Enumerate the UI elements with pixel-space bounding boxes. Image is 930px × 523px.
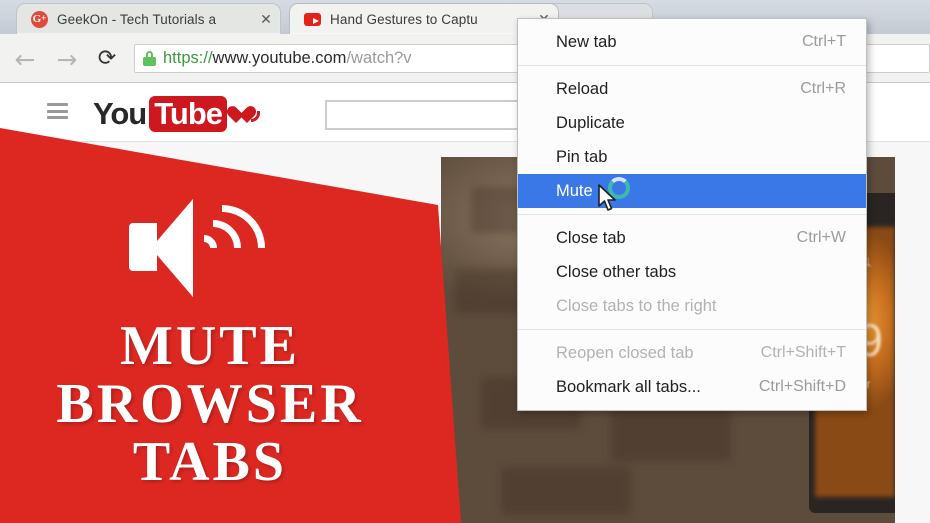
menu-item-close-other-tabs[interactable]: Close other tabs <box>518 255 866 289</box>
menu-separator <box>518 214 866 215</box>
tab-1-title: GeekOn - Tech Tutorials a <box>57 11 217 27</box>
url-path: /watch?v <box>346 49 412 67</box>
promo-title-line-3: TABS <box>132 431 288 493</box>
hamburger-icon[interactable] <box>47 103 68 119</box>
menu-item-shortcut: Ctrl+Shift+D <box>758 378 846 395</box>
speaker-sound-icon <box>129 187 283 309</box>
menu-item-shortcut: Ctrl+R <box>800 80 846 97</box>
youtube-logo[interactable]: You Tube <box>93 96 260 132</box>
menu-item-label: Reload <box>556 79 609 98</box>
menu-item-label: Close tab <box>556 228 626 247</box>
promo-title-line-1: MUTE <box>120 315 300 377</box>
menu-item-close-tabs-to-the-right: Close tabs to the right <box>518 289 866 323</box>
heart-icon <box>224 103 260 128</box>
menu-item-label: Close other tabs <box>556 262 677 281</box>
menu-item-shortcut: Ctrl+Shift+T <box>760 344 846 361</box>
browser-tab-1[interactable]: G + GeekOn - Tech Tutorials a ✕ <box>16 3 281 34</box>
reload-icon[interactable]: ⟳ <box>92 44 122 74</box>
youtube-logo-tube: Tube <box>149 96 227 132</box>
tab-1-close-icon[interactable]: ✕ <box>258 11 274 27</box>
menu-item-label: Bookmark all tabs... <box>556 377 701 396</box>
youtube-favicon-icon <box>304 12 321 26</box>
screenshot-root: G + GeekOn - Tech Tutorials a ✕ Hand Gest… <box>0 0 930 523</box>
menu-item-label: New tab <box>556 32 617 51</box>
tab-context-menu[interactable]: New tab Ctrl+T Reload Ctrl+R Duplicate Pin ta… <box>517 18 867 411</box>
menu-separator <box>518 65 866 66</box>
menu-item-label: Pin tab <box>556 147 608 166</box>
lock-icon <box>143 51 156 66</box>
menu-separator <box>518 329 866 330</box>
url-scheme: https:// <box>163 49 213 67</box>
forward-icon[interactable]: → <box>52 44 82 74</box>
address-bar-url: https://www.youtube.com/watch?v <box>163 49 412 68</box>
menu-item-bookmark-all-tabs[interactable]: Bookmark all tabs... Ctrl+Shift+D <box>518 370 866 404</box>
menu-item-mute[interactable]: Mute <box>518 174 866 208</box>
loading-spinner-icon <box>608 177 630 199</box>
gplus-favicon-icon: G + <box>31 10 48 28</box>
url-host: www.youtube.com <box>212 49 347 67</box>
tab-2-title: Hand Gestures to Captu <box>330 11 478 27</box>
menu-item-label: Close tabs to the right <box>556 296 717 315</box>
menu-item-label: Mute <box>556 181 593 200</box>
youtube-logo-you: You <box>93 96 147 131</box>
menu-item-label: Duplicate <box>556 113 625 132</box>
search-input[interactable] <box>325 100 525 130</box>
promo-title-line-2: BROWSER <box>56 373 364 435</box>
menu-item-duplicate[interactable]: Duplicate <box>518 106 866 140</box>
menu-item-reopen-closed-tab: Reopen closed tab Ctrl+Shift+T <box>518 336 866 370</box>
back-icon[interactable]: ← <box>10 44 40 74</box>
menu-item-shortcut: Ctrl+W <box>796 229 846 246</box>
menu-item-reload[interactable]: Reload Ctrl+R <box>518 72 866 106</box>
menu-item-shortcut: Ctrl+T <box>802 33 846 50</box>
menu-item-new-tab[interactable]: New tab Ctrl+T <box>518 25 866 59</box>
menu-item-pin-tab[interactable]: Pin tab <box>518 140 866 174</box>
menu-item-close-tab[interactable]: Close tab Ctrl+W <box>518 221 866 255</box>
menu-item-label: Reopen closed tab <box>556 343 694 362</box>
